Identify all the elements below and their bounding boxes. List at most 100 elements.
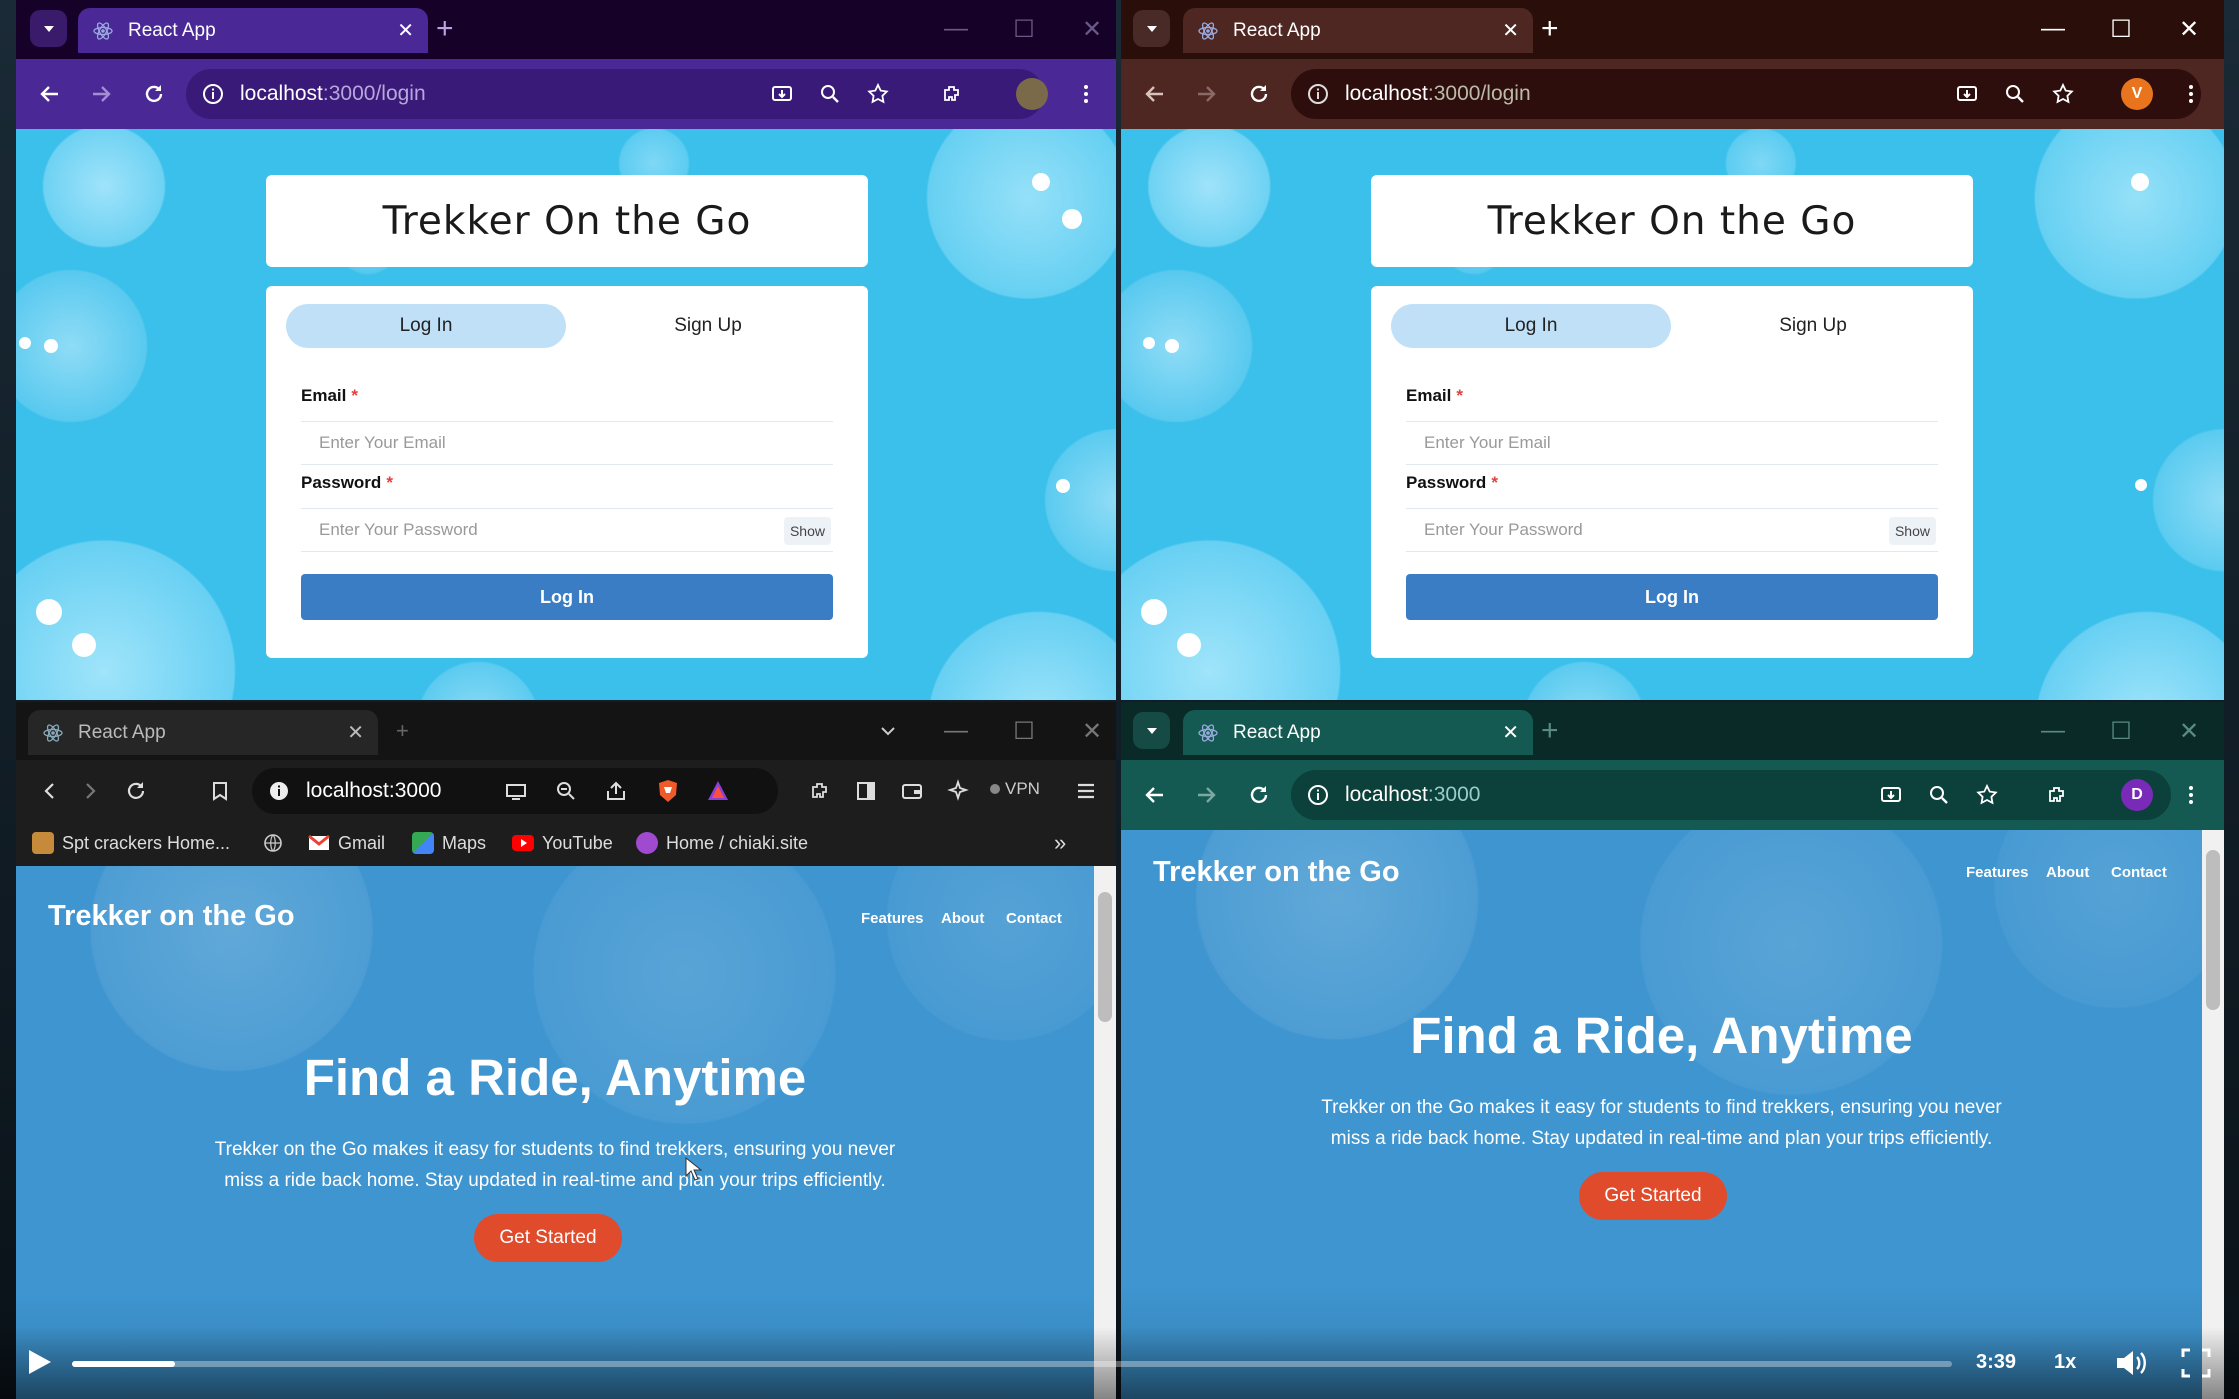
minimize-button[interactable]: — bbox=[936, 10, 976, 48]
site-info-icon[interactable] bbox=[200, 81, 226, 107]
back-icon[interactable] bbox=[1137, 76, 1173, 112]
close-window-button[interactable]: ✕ bbox=[1072, 712, 1112, 750]
tab-list-chevron-icon[interactable] bbox=[868, 712, 908, 750]
new-tab-button[interactable]: + bbox=[436, 12, 454, 46]
maximize-button[interactable]: ☐ bbox=[1004, 712, 1044, 750]
play-button[interactable] bbox=[24, 1347, 58, 1381]
show-password-button[interactable]: Show bbox=[783, 517, 831, 545]
nav-features-link[interactable]: Features bbox=[1966, 864, 2029, 881]
tab-login[interactable]: Log In bbox=[1391, 304, 1671, 348]
forward-icon[interactable] bbox=[72, 773, 108, 809]
fullscreen-button[interactable] bbox=[2180, 1347, 2212, 1384]
tab-search-button[interactable] bbox=[1133, 10, 1170, 47]
tab-search-button[interactable] bbox=[1133, 712, 1170, 749]
bookmark-gmail[interactable]: Gmail bbox=[308, 830, 385, 856]
profile-avatar[interactable]: D bbox=[2121, 779, 2153, 811]
vpn-button[interactable]: VPN bbox=[990, 779, 1040, 799]
login-submit-button[interactable]: Log In bbox=[301, 574, 833, 620]
tab-react-app[interactable]: React App ✕ bbox=[28, 710, 378, 755]
back-icon[interactable] bbox=[1137, 777, 1173, 813]
nav-contact-link[interactable]: Contact bbox=[1006, 910, 1062, 927]
close-tab-icon[interactable]: ✕ bbox=[347, 723, 364, 743]
tab-login[interactable]: Log In bbox=[286, 304, 566, 348]
cast-icon[interactable] bbox=[498, 773, 534, 809]
tab-react-app[interactable]: React App ✕ bbox=[1183, 8, 1533, 53]
minimize-button[interactable]: — bbox=[2033, 10, 2073, 48]
bookmark-star-icon[interactable] bbox=[860, 76, 896, 112]
close-tab-icon[interactable]: ✕ bbox=[1502, 723, 1519, 743]
maximize-button[interactable]: ☐ bbox=[1004, 10, 1044, 48]
bookmarks-overflow-button[interactable]: » bbox=[1054, 830, 1066, 856]
zoom-icon[interactable] bbox=[1997, 76, 2033, 112]
page-scrollbar[interactable] bbox=[2202, 830, 2224, 1399]
forward-icon[interactable] bbox=[1188, 76, 1224, 112]
back-icon[interactable] bbox=[32, 76, 68, 112]
tab-signup[interactable]: Sign Up bbox=[1673, 304, 1953, 348]
nav-contact-link[interactable]: Contact bbox=[2111, 864, 2167, 881]
get-started-button[interactable]: Get Started bbox=[474, 1214, 622, 1262]
tab-react-app[interactable]: React App ✕ bbox=[1183, 710, 1533, 755]
site-info-icon[interactable] bbox=[1305, 782, 1331, 808]
wallet-icon[interactable] bbox=[894, 773, 930, 809]
share-icon[interactable] bbox=[598, 773, 634, 809]
menu-icon[interactable] bbox=[1068, 773, 1104, 809]
maximize-button[interactable]: ☐ bbox=[2101, 712, 2141, 750]
bookmark-star-icon[interactable] bbox=[2045, 76, 2081, 112]
password-input[interactable]: Enter Your Password Show bbox=[301, 508, 833, 552]
get-started-button[interactable]: Get Started bbox=[1579, 1172, 1727, 1220]
extensions-icon[interactable] bbox=[934, 76, 970, 112]
new-tab-button[interactable]: + bbox=[396, 714, 409, 748]
address-bar[interactable]: localhost:3000/login bbox=[186, 69, 1044, 119]
bookmark-star-icon[interactable] bbox=[1969, 777, 2005, 813]
reload-icon[interactable] bbox=[1241, 76, 1277, 112]
progress-track[interactable] bbox=[72, 1361, 1952, 1367]
forward-icon[interactable] bbox=[1188, 777, 1224, 813]
tab-search-button[interactable] bbox=[30, 10, 67, 47]
close-tab-icon[interactable]: ✕ bbox=[1502, 21, 1519, 41]
install-app-icon[interactable] bbox=[1873, 777, 1909, 813]
profile-avatar[interactable] bbox=[1016, 78, 1048, 110]
bookmark-icon[interactable] bbox=[202, 773, 238, 809]
nav-about-link[interactable]: About bbox=[2046, 864, 2089, 881]
menu-icon[interactable] bbox=[2173, 777, 2209, 813]
zoom-icon[interactable] bbox=[548, 773, 584, 809]
sidebar-icon[interactable] bbox=[848, 773, 884, 809]
extensions-icon[interactable] bbox=[2039, 777, 2075, 813]
close-tab-icon[interactable]: ✕ bbox=[397, 21, 414, 41]
close-window-button[interactable]: ✕ bbox=[2169, 712, 2209, 750]
show-password-button[interactable]: Show bbox=[1888, 517, 1936, 545]
email-input[interactable]: Enter Your Email bbox=[1406, 421, 1938, 465]
bookmark-globe[interactable] bbox=[262, 830, 284, 856]
menu-icon[interactable] bbox=[2173, 76, 2209, 112]
nav-about-link[interactable]: About bbox=[941, 910, 984, 927]
zoom-icon[interactable] bbox=[1921, 777, 1957, 813]
minimize-button[interactable]: — bbox=[2033, 712, 2073, 750]
reload-icon[interactable] bbox=[118, 773, 154, 809]
new-tab-button[interactable]: + bbox=[1541, 714, 1559, 748]
profile-avatar[interactable]: V bbox=[2121, 78, 2153, 110]
install-app-icon[interactable] bbox=[764, 76, 800, 112]
bookmark-chiaki[interactable]: Home / chiaki.site bbox=[636, 830, 808, 856]
email-input[interactable]: Enter Your Email bbox=[301, 421, 833, 465]
site-info-icon[interactable] bbox=[266, 778, 292, 804]
password-input[interactable]: Enter Your Password Show bbox=[1406, 508, 1938, 552]
close-window-button[interactable]: ✕ bbox=[2169, 10, 2209, 48]
bookmark-spt-crackers[interactable]: Spt crackers Home... bbox=[32, 830, 230, 856]
volume-button[interactable] bbox=[2114, 1347, 2148, 1384]
forward-icon[interactable] bbox=[83, 76, 119, 112]
nav-features-link[interactable]: Features bbox=[861, 910, 924, 927]
login-submit-button[interactable]: Log In bbox=[1406, 574, 1938, 620]
install-app-icon[interactable] bbox=[1949, 76, 1985, 112]
scrollbar-thumb[interactable] bbox=[2206, 850, 2220, 1010]
tab-signup[interactable]: Sign Up bbox=[568, 304, 848, 348]
extensions-icon[interactable] bbox=[802, 773, 838, 809]
brand-logo-text[interactable]: Trekker on the Go bbox=[1153, 856, 1400, 889]
back-icon[interactable] bbox=[32, 773, 68, 809]
brave-rewards-icon[interactable] bbox=[700, 773, 736, 809]
close-window-button[interactable]: ✕ bbox=[1072, 10, 1112, 48]
reload-icon[interactable] bbox=[136, 76, 172, 112]
playback-speed-button[interactable]: 1x bbox=[2054, 1351, 2076, 1374]
brand-logo-text[interactable]: Trekker on the Go bbox=[48, 900, 295, 933]
site-info-icon[interactable] bbox=[1305, 81, 1331, 107]
menu-icon[interactable] bbox=[1068, 76, 1104, 112]
